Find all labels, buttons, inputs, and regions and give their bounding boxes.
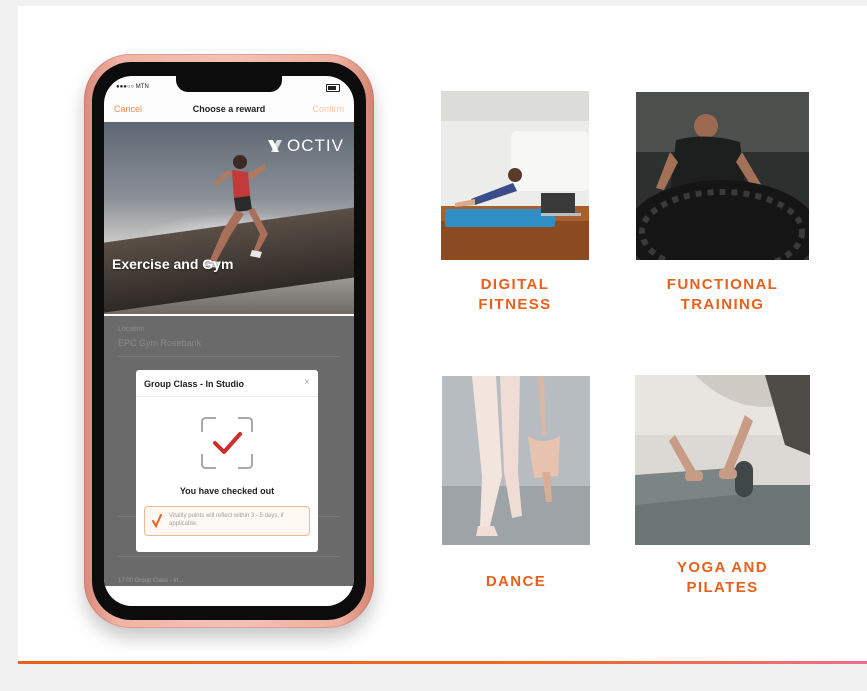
modal-title: Group Class - In Studio: [144, 379, 245, 389]
list-divider: [118, 556, 340, 557]
status-carrier: ●●●○○ MTN: [116, 84, 149, 90]
reward-hero-image[interactable]: OCTIV Exercise and Gym: [104, 122, 354, 314]
app-navbar: Cancel Choose a reward Confirm: [104, 96, 354, 120]
confirm-button[interactable]: Confirm: [312, 104, 344, 114]
list-divider: [118, 356, 340, 357]
checkmark-scan-icon: [201, 417, 253, 469]
vitality-notice-text: Vitality points will reflect within 3 - …: [169, 513, 284, 527]
tile-label-dance: DANCE: [485, 573, 547, 590]
accent-divider: [18, 661, 867, 664]
location-value: EPC Gym Rosebank: [118, 338, 202, 348]
checkout-modal: Group Class - In Studio × You have check…: [136, 370, 318, 552]
reward-title: Exercise and Gym: [112, 256, 234, 272]
vitality-notice: Vitality points will reflect within 3 - …: [144, 506, 310, 536]
home-indicator-area: [104, 586, 354, 606]
modal-divider: [136, 396, 318, 397]
class-row: 17:00 Group Class - In...: [118, 578, 184, 584]
phone-mockup: ●●●○○ MTN Cancel Choose a reward Confirm: [84, 54, 374, 628]
tile-label-functional-training: FUNCTIONAL TRAINING: [666, 276, 779, 313]
functional-training-photo-icon: [636, 92, 809, 260]
location-label: Location: [118, 326, 145, 333]
tick-icon: [152, 514, 162, 528]
brand-name: OCTIV: [287, 136, 344, 155]
octiv-logo-icon: [268, 140, 283, 152]
tile-label-digital-fitness: DIGITAL FITNESS: [478, 276, 552, 313]
yoga-pilates-photo-icon: [635, 375, 810, 545]
checkout-message: You have checked out: [179, 486, 275, 496]
battery-icon: [326, 84, 340, 92]
phone-screen: ●●●○○ MTN Cancel Choose a reward Confirm: [104, 76, 354, 606]
tile-label-yoga-pilates: YOGA AND PILATES: [677, 559, 768, 596]
close-icon[interactable]: ×: [304, 377, 310, 388]
dance-photo-icon: [442, 376, 590, 545]
digital-fitness-photo-icon: [441, 91, 589, 260]
phone-notch: [176, 76, 282, 92]
octiv-brand: OCTIV: [267, 136, 344, 156]
